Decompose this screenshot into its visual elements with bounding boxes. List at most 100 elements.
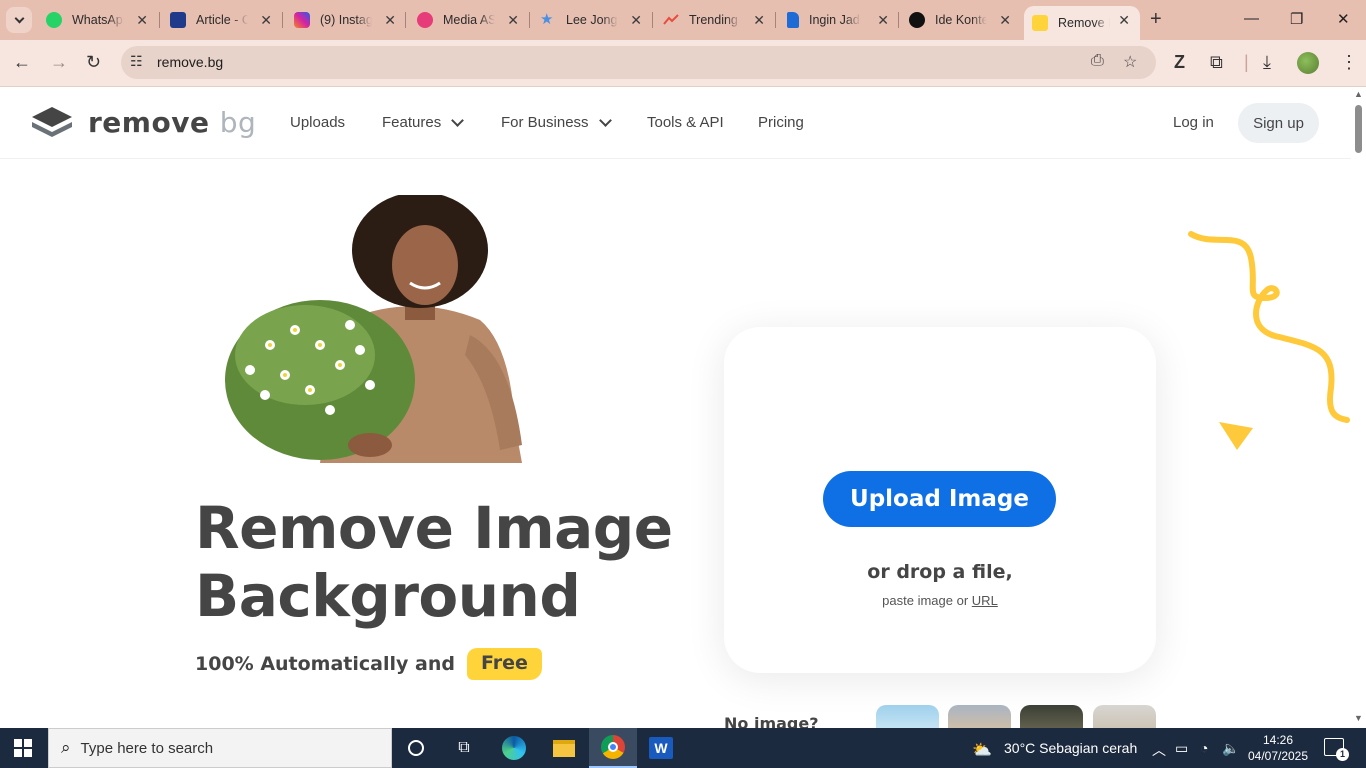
reload-icon[interactable]: ↻ <box>86 52 101 73</box>
url-link[interactable]: URL <box>972 593 998 608</box>
close-icon[interactable]: ✕ <box>136 12 148 29</box>
menu-kebab-icon[interactable]: ⋮ <box>1340 52 1358 73</box>
show-hidden-icons-icon[interactable]: ︿ <box>1152 740 1166 760</box>
task-view-icon[interactable]: ⧉ <box>440 728 488 768</box>
taskbar-search[interactable]: ⌕ Type here to search <box>48 728 392 768</box>
tab-title: Ingin Jadi <box>809 13 861 27</box>
removebg-logo[interactable]: remove bg <box>30 105 256 139</box>
weather-icon[interactable]: ⛅ <box>972 740 992 760</box>
address-bar[interactable]: ☷ remove.bg ⎙ ☆ <box>121 46 1156 79</box>
notification-center-icon[interactable]: 1 <box>1324 738 1349 761</box>
tab-title: Trending <box>689 13 738 27</box>
taskbar-search-placeholder: Type here to search <box>80 739 214 757</box>
file-explorer-icon[interactable] <box>540 728 588 768</box>
browser-tab-strip: WhatsApp ✕ Article - C ✕ (9) Instagra ✕ … <box>0 0 1366 40</box>
clock-time: 14:26 <box>1262 733 1294 747</box>
minimize-icon[interactable]: — <box>1244 10 1259 27</box>
install-app-icon[interactable]: ⎙ <box>1091 52 1104 70</box>
signup-button[interactable]: Sign up <box>1238 103 1319 143</box>
scroll-thumb[interactable] <box>1355 105 1362 153</box>
word-icon[interactable]: W <box>637 728 685 768</box>
extensions-icon[interactable]: ⧉ <box>1210 52 1223 73</box>
trending-icon <box>663 12 679 28</box>
scroll-down-icon[interactable]: ▼ <box>1354 713 1363 723</box>
hero-woman-image <box>225 195 522 463</box>
bookmark-star-icon[interactable]: ☆ <box>1123 52 1137 72</box>
hero-title: Remove Image Background <box>195 494 715 630</box>
close-window-icon[interactable]: ✕ <box>1337 10 1350 28</box>
download-icon[interactable]: ⤓ <box>1263 52 1271 73</box>
openai-icon <box>909 12 925 28</box>
tab-media-asn[interactable]: Media ASN ✕ <box>417 6 529 34</box>
tab-title: Ide Konten <box>935 13 987 27</box>
site-info-icon[interactable]: ☷ <box>130 53 143 70</box>
article-icon <box>170 12 186 28</box>
logo-text-remove: remove <box>88 105 210 139</box>
nav-for-business[interactable]: For Business <box>501 113 612 131</box>
removebg-icon <box>1032 15 1048 31</box>
tab-article[interactable]: Article - C ✕ <box>170 6 282 34</box>
wifi-icon[interactable]: ◔ <box>1200 740 1208 756</box>
tab-title: Article - C <box>196 13 248 27</box>
browser-toolbar: ← → ↻ ☷ remove.bg ⎙ ☆ Z ⧉ | ⤓ ⋮ <box>0 40 1366 87</box>
tab-title: (9) Instagra <box>320 13 372 27</box>
toolbar-divider: | <box>1244 52 1249 72</box>
nav-pricing[interactable]: Pricing <box>758 114 804 131</box>
volume-icon[interactable]: 🔈 <box>1222 740 1239 757</box>
logo-layers-icon <box>32 107 72 137</box>
close-icon[interactable]: ✕ <box>384 12 396 29</box>
close-icon[interactable]: ✕ <box>999 12 1011 29</box>
close-icon[interactable]: ✕ <box>507 12 519 29</box>
new-tab-icon[interactable]: + <box>1150 8 1162 31</box>
chevron-down-icon <box>598 113 612 127</box>
decorative-squiggle <box>1188 231 1350 450</box>
tab-separator <box>529 12 530 28</box>
tab-remove-bg[interactable]: Remove B ✕ <box>1024 6 1140 40</box>
tab-separator <box>652 12 653 28</box>
forward-icon[interactable]: → <box>50 52 68 73</box>
close-icon[interactable]: ✕ <box>260 12 272 29</box>
star-icon: ★ <box>540 11 554 28</box>
drop-file-text: or drop a file, <box>867 561 1013 583</box>
tab-ingin-jadi[interactable]: Ingin Jadi ✕ <box>787 6 899 34</box>
tab-lee-jong[interactable]: ★ Lee Jong ✕ <box>540 6 652 34</box>
close-icon[interactable]: ✕ <box>753 12 765 29</box>
close-icon[interactable]: ✕ <box>1118 12 1130 29</box>
free-badge: Free <box>466 648 542 680</box>
network-device-icon[interactable]: ▭ <box>1175 740 1188 757</box>
tab-title: Remove B <box>1058 16 1110 30</box>
edge-icon[interactable] <box>490 728 538 768</box>
tab-ide-konten[interactable]: Ide Konten ✕ <box>909 6 1021 34</box>
zotero-extension-icon[interactable]: Z <box>1174 52 1185 73</box>
upload-card[interactable]: Upload Image or drop a file, paste image… <box>724 327 1156 673</box>
close-icon[interactable]: ✕ <box>877 12 889 29</box>
windows-start-icon[interactable] <box>14 739 32 757</box>
restore-icon[interactable]: ❐ <box>1290 10 1303 28</box>
nav-tools-api[interactable]: Tools & API <box>647 114 724 131</box>
tab-search-button[interactable] <box>6 7 32 33</box>
media-icon <box>417 12 433 28</box>
close-icon[interactable]: ✕ <box>630 12 642 29</box>
site-header: remove bg Uploads Features For Business … <box>0 87 1351 159</box>
notification-count: 1 <box>1336 748 1349 761</box>
scroll-up-icon[interactable]: ▲ <box>1354 89 1363 99</box>
tab-whatsapp[interactable]: WhatsApp ✕ <box>46 6 158 34</box>
nav-uploads[interactable]: Uploads <box>290 114 345 131</box>
page-scrollbar[interactable]: ▲ ▼ <box>1351 87 1366 728</box>
taskbar-clock[interactable]: 14:26 04/07/2025 <box>1240 732 1316 764</box>
chevron-down-icon <box>451 113 465 127</box>
upload-image-button[interactable]: Upload Image <box>823 471 1056 527</box>
back-icon[interactable]: ← <box>13 52 31 73</box>
cortana-icon[interactable] <box>392 728 440 768</box>
profile-avatar[interactable] <box>1297 52 1319 74</box>
weather-text[interactable]: 30°C Sebagian cerah <box>1004 740 1137 756</box>
tab-trending[interactable]: Trending ✕ <box>663 6 775 34</box>
hero-title-line1: Remove Image <box>195 494 673 562</box>
login-link[interactable]: Log in <box>1173 114 1214 131</box>
tab-separator <box>405 12 406 28</box>
tab-title: Lee Jong <box>566 13 618 27</box>
nav-business-label: For Business <box>501 114 589 131</box>
nav-features[interactable]: Features <box>382 113 465 131</box>
chrome-icon[interactable] <box>589 728 637 768</box>
tab-instagram[interactable]: (9) Instagra ✕ <box>294 6 406 34</box>
